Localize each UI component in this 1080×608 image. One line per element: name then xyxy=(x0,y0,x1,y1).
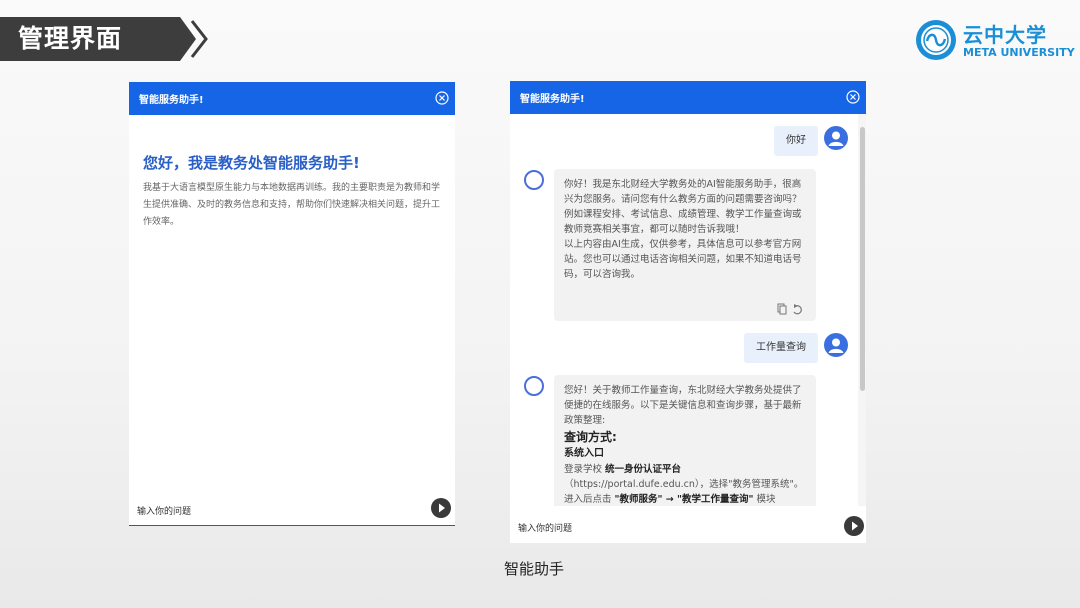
user-avatar-icon xyxy=(824,126,848,150)
university-seal-icon xyxy=(916,20,956,60)
close-icon[interactable] xyxy=(435,91,449,105)
chat-scrollbar[interactable] xyxy=(858,114,866,506)
step-bold: "教学工作量查询" xyxy=(677,494,754,505)
user-avatar-icon xyxy=(824,333,848,357)
bot-avatar-icon xyxy=(524,376,544,396)
panel-title: 智能服务助手! xyxy=(520,94,585,105)
copy-icon[interactable] xyxy=(777,303,787,315)
bot-message-line: 以上内容由AI生成，仅供参考，具体信息可以参考官方网站。您也可以通过电话咨询相关… xyxy=(564,239,802,280)
bot-message-step-2: 进入后点击 "教师服务" → "教学工作量查询" 模块 xyxy=(564,492,806,506)
step-bold: 统一身份认证平台 xyxy=(605,464,682,475)
welcome-chat-panel: 智能服务助手! 您好，我是教务处智能服务助手! 我基于大语言模型原生能力与本地数… xyxy=(129,82,455,526)
bot-message-step-1: 登录学校 统一身份认证平台 （https://portal.dufe.edu.cn… xyxy=(564,462,806,492)
bot-message-line: 你好！我是东北财经大学教务处的AI智能服务助手，很高兴为您服务。请问您有什么教务… xyxy=(564,179,802,235)
input-placeholder: 输入你的问题 xyxy=(518,524,573,534)
bot-message-intro: 您好！关于教师工作量查询，东北财经大学教务处提供了便捷的在线服务。以下是关键信息… xyxy=(564,385,802,426)
step-text: 登录学校 xyxy=(564,464,606,475)
slide-caption: 智能助手 xyxy=(504,560,565,578)
step-text: 模块 xyxy=(753,494,776,505)
panel-header: 智能服务助手! xyxy=(510,81,866,114)
panel-header: 智能服务助手! xyxy=(129,82,455,115)
bot-message-heading: 查询方式: xyxy=(564,430,617,444)
close-icon[interactable] xyxy=(846,90,860,104)
message-actions xyxy=(777,303,802,315)
logo-name-en: META UNIVERSITY xyxy=(963,46,1075,59)
step-text: 进入后点击 xyxy=(564,494,615,505)
logo-name-cn: 云中大学 xyxy=(963,23,1047,47)
step-bold: "教师服务" xyxy=(614,494,663,505)
regenerate-icon[interactable] xyxy=(793,304,802,315)
user-message: 工作量查询 xyxy=(744,333,818,363)
welcome-text: 我基于大语言模型原生能力与本地数据再训练。我的主要职责是为教师和学生提供准确、及… xyxy=(143,183,441,227)
question-input[interactable]: 输入你的问题 xyxy=(510,509,866,543)
question-input[interactable]: 输入你的问题 xyxy=(129,492,455,526)
bot-avatar-icon xyxy=(524,170,544,190)
chat-scrollbar-thumb[interactable] xyxy=(860,127,865,391)
input-placeholder: 输入你的问题 xyxy=(137,507,192,517)
send-icon[interactable] xyxy=(431,498,451,518)
bot-message: 你好！我是东北财经大学教务处的AI智能服务助手，很高兴为您服务。请问您有什么教务… xyxy=(554,169,816,321)
send-icon[interactable] xyxy=(844,516,864,536)
conversation-chat-panel: 智能服务助手! 你好 你好！我是东北财经大学教务处的AI智能服务助手，很高兴为您… xyxy=(510,81,866,543)
slide-title: 管理界面 xyxy=(18,24,123,53)
bot-message: 您好！关于教师工作量查询，东北财经大学教务处提供了便捷的在线服务。以下是关键信息… xyxy=(554,375,816,506)
bot-message-subheading: 系统入口 xyxy=(564,448,604,459)
banner-chevron-icon xyxy=(190,20,208,58)
chat-message-list[interactable]: 你好 你好！我是东北财经大学教务处的AI智能服务助手，很高兴为您服务。请问您有什… xyxy=(510,114,866,506)
step-arrow: → xyxy=(662,494,678,505)
panel-title: 智能服务助手! xyxy=(139,95,204,106)
user-message: 你好 xyxy=(774,126,818,156)
welcome-title: 您好，我是教务处智能服务助手! xyxy=(143,154,360,172)
step-text: （https://portal.dufe.edu.cn），选择"教务管理系统"。 xyxy=(564,479,804,490)
